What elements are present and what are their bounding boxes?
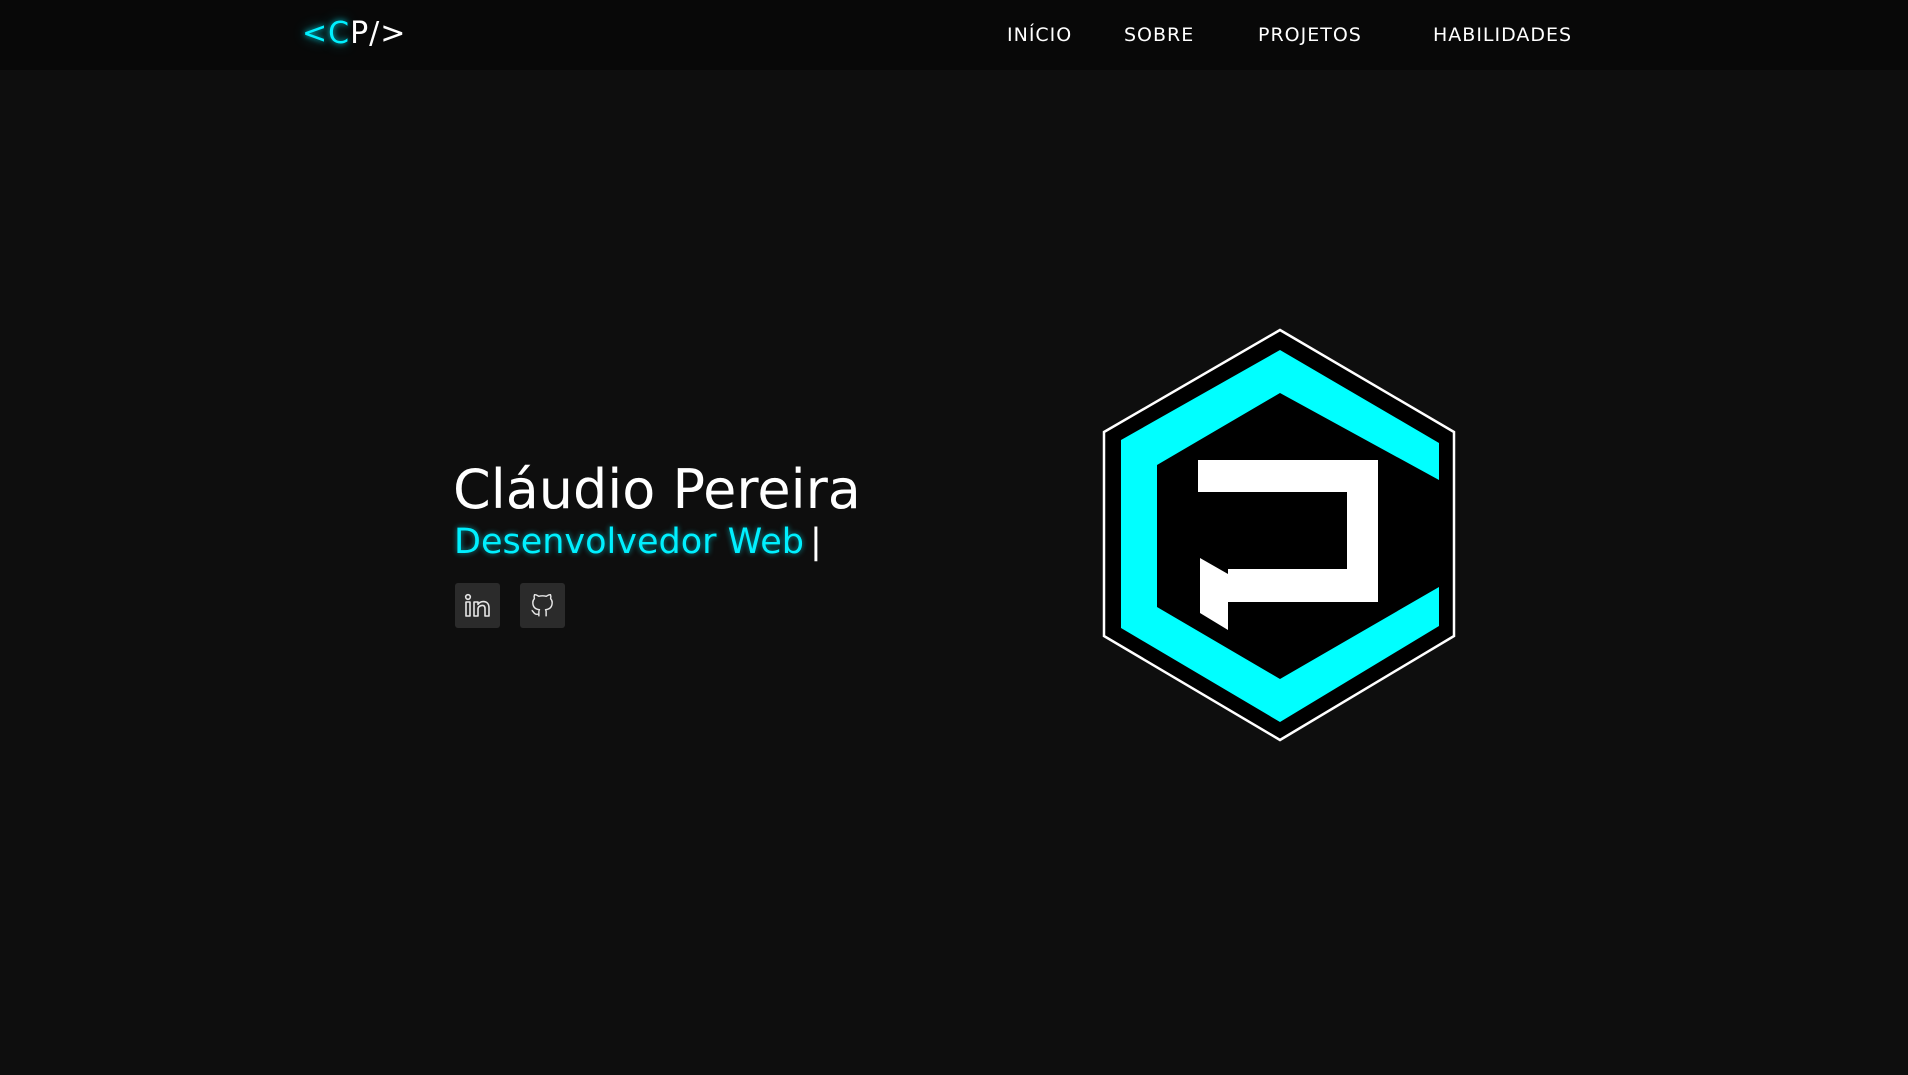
nav-link-sobre[interactable]: SOBRE — [1124, 20, 1194, 50]
nav-link-habilidades[interactable]: HABILIDADES — [1433, 20, 1572, 50]
hero-name: Cláudio Pereira — [453, 458, 861, 521]
navbar: <CP/> INÍCIO SOBRE PROJETOS HABILIDADES — [0, 0, 1908, 70]
hero-role-text: Desenvolvedor Web — [454, 522, 804, 562]
typing-cursor: | — [809, 522, 822, 562]
linkedin-icon — [464, 593, 490, 617]
nav-link-projetos[interactable]: PROJETOS — [1258, 20, 1362, 50]
linkedin-button[interactable] — [455, 583, 500, 628]
hero-role: Desenvolvedor Web | — [454, 520, 822, 564]
nav-link-inicio[interactable]: INÍCIO — [1007, 20, 1072, 50]
github-button[interactable] — [520, 583, 565, 628]
cp-hexagon-logo — [1102, 328, 1456, 742]
nav-links: INÍCIO SOBRE PROJETOS HABILIDADES — [0, 20, 1908, 50]
github-icon — [531, 593, 553, 617]
